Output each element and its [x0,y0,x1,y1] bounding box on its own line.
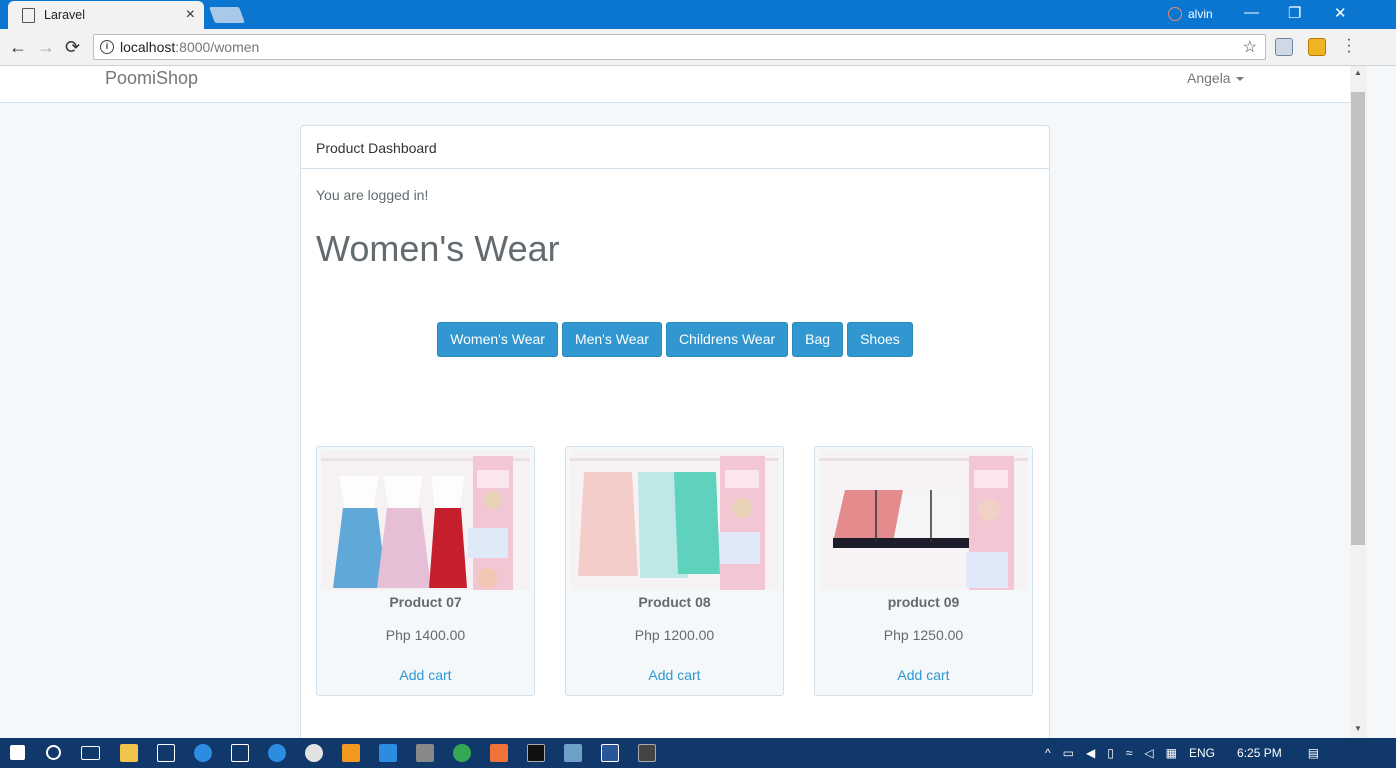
command-prompt-icon[interactable] [527,744,545,762]
product-image [321,450,530,590]
product-price: Php 1200.00 [634,627,715,643]
search-icon[interactable] [46,745,61,760]
product-image [819,450,1028,590]
add-cart-link[interactable]: Add cart [317,667,534,683]
product-price: Php 1250.00 [883,627,964,643]
caret-down-icon [1235,77,1244,82]
category-childrens-wear-button[interactable]: Childrens Wear [665,322,789,357]
profile-name: alvin [1188,7,1213,21]
download-extension-icon[interactable] [1308,38,1326,56]
edge-icon[interactable] [194,744,212,762]
store-icon[interactable] [157,744,175,762]
page-viewport: PoomiShop Angela Product Dashboard You a… [0,66,1350,738]
profile-button[interactable]: alvin [1168,7,1213,21]
scroll-up-icon[interactable]: ▲ [1354,68,1362,77]
browser-menu-icon[interactable]: · · · [1344,32,1354,60]
app-icon[interactable] [379,744,397,762]
category-buttons: Women's Wear Men's Wear Childrens Wear B… [301,322,1049,357]
utility-icon[interactable] [564,744,582,762]
chevron-up-icon[interactable]: ^ [1045,746,1051,760]
product-card: Product 08 Php 1200.00 Add cart [565,446,784,696]
minimize-button[interactable]: — [1244,4,1259,21]
chrome-icon[interactable] [453,744,471,762]
product-image [570,450,779,590]
panel-heading: Product Dashboard [301,126,1049,169]
notifications-icon[interactable]: ▤ [1308,746,1319,760]
product-name: Product 08 [638,594,711,610]
product-name: Product 07 [389,594,462,610]
add-cart-link[interactable]: Add cart [566,667,783,683]
calculator-icon[interactable] [231,744,249,762]
product-price: Php 1400.00 [385,627,466,643]
speaker-app-icon[interactable] [416,744,434,762]
reload-button[interactable]: ⟳ [65,37,80,58]
user-name: Angela [1187,70,1231,86]
usb-icon[interactable]: ▯ [1107,746,1114,760]
browser-window: Laravel × alvin — ❐ ✕ ← → ⟳ i localhost:… [0,0,1396,768]
site-navbar: PoomiShop Angela [0,66,1350,103]
product-card: product 09 Php 1250.00 Add cart [814,446,1033,696]
login-status: You are logged in! [316,187,429,203]
windows-taskbar: ^ ▭ ◀ ▯ ≈ ◁ ▦ ENG 6:25 PM ▤ [0,738,1396,768]
address-host: localhost [120,39,176,55]
forward-button[interactable]: → [37,37,55,58]
product-card: Product 07 Php 1400.00 Add cart [316,446,535,696]
category-shoes-button[interactable]: Shoes [847,322,913,357]
messenger-icon[interactable] [268,744,286,762]
product-name: product 09 [887,594,960,610]
back-button[interactable]: ← [9,37,27,58]
site-info-icon[interactable]: i [100,40,114,54]
profile-icon [1168,7,1182,21]
xampp-icon[interactable] [490,744,508,762]
word-icon[interactable] [601,744,619,762]
page-scrollbar[interactable]: ▲ ▼ [1350,66,1367,738]
address-bar[interactable]: i localhost:8000/women ☆ [93,34,1266,60]
volume-icon[interactable]: ◁ [1144,746,1153,760]
terminal-icon[interactable] [638,744,656,762]
close-window-button[interactable]: ✕ [1334,4,1347,22]
category-womens-wear-button[interactable]: Women's Wear [437,322,558,357]
dashboard-panel: Product Dashboard You are logged in! Wom… [300,125,1050,738]
category-title: Women's Wear [316,228,560,269]
category-bag-button[interactable]: Bag [792,322,844,357]
clock[interactable]: 6:25 PM [1237,746,1282,760]
task-view-icon[interactable] [81,746,100,760]
browser-tab[interactable]: Laravel × [8,1,204,29]
category-mens-wear-button[interactable]: Men's Wear [561,322,662,357]
brand-link[interactable]: PoomiShop [105,68,198,89]
system-tray: ^ ▭ ◀ ▯ ≈ ◁ ▦ ENG 6:25 PM ▤ [1045,738,1319,768]
user-dropdown[interactable]: Angela [1187,70,1244,86]
bookmark-star-icon[interactable]: ☆ [1243,37,1257,57]
paint-icon[interactable] [305,744,323,762]
scroll-thumb[interactable] [1351,92,1365,545]
tab-title: Laravel [44,8,85,22]
keyboard-icon[interactable]: ▦ [1166,746,1177,760]
new-tab-button[interactable] [209,7,245,23]
windows-start-icon[interactable] [10,745,25,760]
wifi-icon[interactable]: ≈ [1126,746,1133,760]
add-cart-link[interactable]: Add cart [815,667,1032,683]
address-path: :8000/women [175,39,260,55]
browser-toolbar: ← → ⟳ i localhost:8000/women ☆ · · · [0,29,1396,66]
restore-button[interactable]: ❐ [1288,4,1301,22]
battery-icon[interactable]: ▭ [1063,746,1074,760]
media-player-icon[interactable] [342,744,360,762]
extension-icon[interactable] [1275,38,1293,56]
title-bar: Laravel × alvin — ❐ ✕ [0,0,1396,29]
volume-mute-icon[interactable]: ◀ [1086,746,1095,760]
file-explorer-icon[interactable] [120,744,138,762]
scroll-down-icon[interactable]: ▼ [1354,724,1362,733]
tab-close-icon[interactable]: × [186,6,195,24]
language-indicator[interactable]: ENG [1189,746,1215,760]
page-icon [22,7,35,23]
